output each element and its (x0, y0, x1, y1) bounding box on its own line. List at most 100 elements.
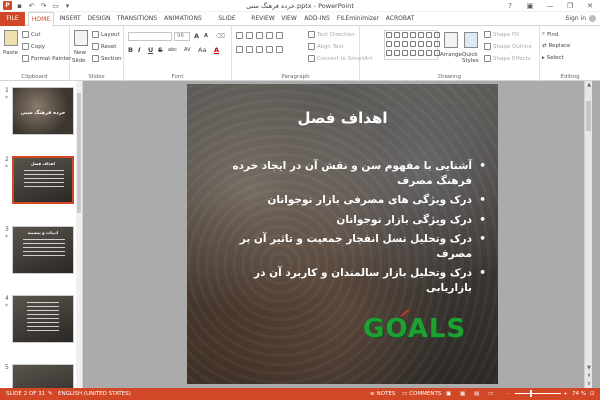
align-center-icon[interactable] (246, 46, 253, 53)
minimize-button[interactable]: — (540, 0, 560, 11)
slide-thumbnail-4[interactable] (12, 295, 74, 343)
cut-button[interactable]: Cut (22, 31, 40, 38)
align-text-button[interactable]: Align Text (308, 43, 344, 50)
shape-icon[interactable] (434, 41, 440, 47)
grow-font-button[interactable]: A (194, 32, 199, 40)
next-slide-icon[interactable]: ⇟ (585, 380, 593, 388)
justify-icon[interactable] (266, 46, 273, 53)
scroll-down-icon[interactable]: ▼ (585, 364, 593, 372)
comments-button[interactable]: ▭ COMMENTS (402, 391, 441, 397)
thumbnail-scrollbar[interactable] (76, 81, 82, 388)
font-color-button[interactable]: A (214, 46, 219, 54)
account-icon[interactable] (589, 15, 596, 22)
tab-review[interactable]: REVIEW (250, 12, 276, 26)
tab-add-ins[interactable]: ADD-INS (302, 12, 332, 26)
align-left-icon[interactable] (236, 46, 243, 53)
shape-icon[interactable] (434, 50, 440, 56)
tab-view[interactable]: VIEW (280, 12, 298, 26)
fit-slide-icon[interactable]: ⊡ (590, 391, 595, 397)
shape-icon[interactable] (394, 50, 400, 56)
shape-icon[interactable] (410, 32, 416, 38)
shape-icon[interactable] (410, 50, 416, 56)
align-right-icon[interactable] (256, 46, 263, 53)
tab-home[interactable]: HOME (28, 12, 54, 27)
copy-button[interactable]: Copy (22, 43, 45, 50)
zoom-in-button[interactable]: + (563, 391, 568, 397)
shape-icon[interactable] (386, 50, 392, 56)
tab-fileminimizer[interactable]: FILEminimizer (336, 12, 380, 26)
font-size-field[interactable]: 96 (174, 32, 190, 41)
shape-icon[interactable] (426, 32, 432, 38)
tab-animations[interactable]: ANIMATIONS (162, 12, 204, 26)
shape-icon[interactable] (386, 41, 392, 47)
slide-thumbnail-3[interactable]: ادبیات و پیشینه (12, 226, 74, 274)
new-slide-button-line2[interactable]: Slide (72, 58, 85, 64)
reset-button[interactable]: Reset (92, 43, 116, 50)
tab-acrobat[interactable]: ACROBAT (384, 12, 416, 26)
current-slide[interactable]: اهداف فصل آشنایی با مفهوم سن و نقش آن در… (187, 84, 498, 384)
shape-icon[interactable] (434, 32, 440, 38)
close-button[interactable]: ✕ (580, 0, 600, 11)
restore-button[interactable]: ❐ (560, 0, 580, 11)
line-spacing-icon[interactable] (276, 32, 283, 39)
tab-file[interactable]: FILE (0, 12, 25, 26)
italic-button[interactable]: I (138, 46, 140, 54)
tab-transitions[interactable]: TRANSITIONS (116, 12, 158, 26)
format-painter-button[interactable]: Format Painter (22, 55, 71, 62)
tab-insert[interactable]: INSERT (58, 12, 82, 26)
tab-design[interactable]: DESIGN (86, 12, 112, 26)
underline-button[interactable]: U (148, 46, 153, 54)
select-button[interactable]: ▸ Select (542, 55, 564, 61)
shape-icon[interactable] (402, 32, 408, 38)
find-button[interactable]: ⌕ Find (542, 31, 558, 38)
text-direction-button[interactable]: Text Direction (308, 31, 355, 38)
layout-button[interactable]: Layout (92, 31, 120, 38)
shape-effects-button[interactable]: Shape Effects (484, 55, 531, 62)
shape-icon[interactable] (410, 41, 416, 47)
shape-icon[interactable] (402, 50, 408, 56)
replace-button[interactable]: ⇄ Replace (542, 43, 570, 49)
arrange-icon[interactable] (444, 32, 458, 48)
scroll-thumb[interactable] (586, 101, 591, 131)
quick-styles-button[interactable]: Quick Styles (462, 52, 482, 64)
zoom-out-button[interactable]: - (507, 391, 509, 397)
strikethrough-button[interactable]: S (158, 46, 163, 54)
zoom-level[interactable]: 74 % (572, 391, 586, 397)
columns-icon[interactable] (276, 46, 283, 53)
section-button[interactable]: Section (92, 55, 121, 62)
sign-in-link[interactable]: Sign in (566, 15, 586, 22)
slideshow-view-icon[interactable]: ▭ (488, 391, 493, 397)
shape-icon[interactable] (402, 41, 408, 47)
help-button[interactable]: ? (500, 0, 520, 11)
arrange-button[interactable]: Arrange (440, 52, 462, 58)
zoom-slider[interactable] (515, 393, 561, 394)
slide-sorter-icon[interactable]: ▦ (460, 391, 465, 397)
reading-view-icon[interactable]: ▤ (474, 391, 479, 397)
shrink-font-button[interactable]: A (204, 33, 208, 39)
normal-view-icon[interactable]: ▣ (446, 391, 451, 397)
shape-outline-button[interactable]: Shape Outline (484, 43, 532, 50)
shape-fill-button[interactable]: Shape Fill (484, 31, 519, 38)
shadow-button[interactable]: abc (168, 47, 177, 53)
bullets-icon[interactable] (236, 32, 243, 39)
slide-thumbnail-1[interactable]: خرده فرهنگ سنی (12, 87, 74, 135)
shape-icon[interactable] (418, 50, 424, 56)
new-slide-button[interactable]: New (74, 50, 86, 56)
thumbnail-scroll-thumb[interactable] (77, 93, 81, 213)
clear-format-button[interactable]: ⌫ (216, 32, 225, 40)
new-slide-icon[interactable] (74, 30, 88, 46)
shape-icon[interactable] (426, 50, 432, 56)
shape-icon[interactable] (394, 32, 400, 38)
quick-styles-icon[interactable] (464, 32, 478, 48)
slide-thumbnail-5[interactable] (12, 364, 74, 388)
decrease-indent-icon[interactable] (256, 32, 263, 39)
scroll-up-icon[interactable]: ▲ (585, 81, 593, 89)
increase-indent-icon[interactable] (266, 32, 273, 39)
font-name-field[interactable] (128, 32, 172, 41)
numbering-icon[interactable] (246, 32, 253, 39)
spelling-icon[interactable]: ✎ (48, 391, 53, 397)
shape-icon[interactable] (418, 41, 424, 47)
slide-thumbnail-2[interactable]: اهداف فصل (12, 156, 74, 204)
change-case-button[interactable]: Aa (198, 46, 206, 54)
slide-bullet-list[interactable]: آشنایی با مفهوم سن و نقش آن در ایجاد خرد… (216, 159, 486, 300)
